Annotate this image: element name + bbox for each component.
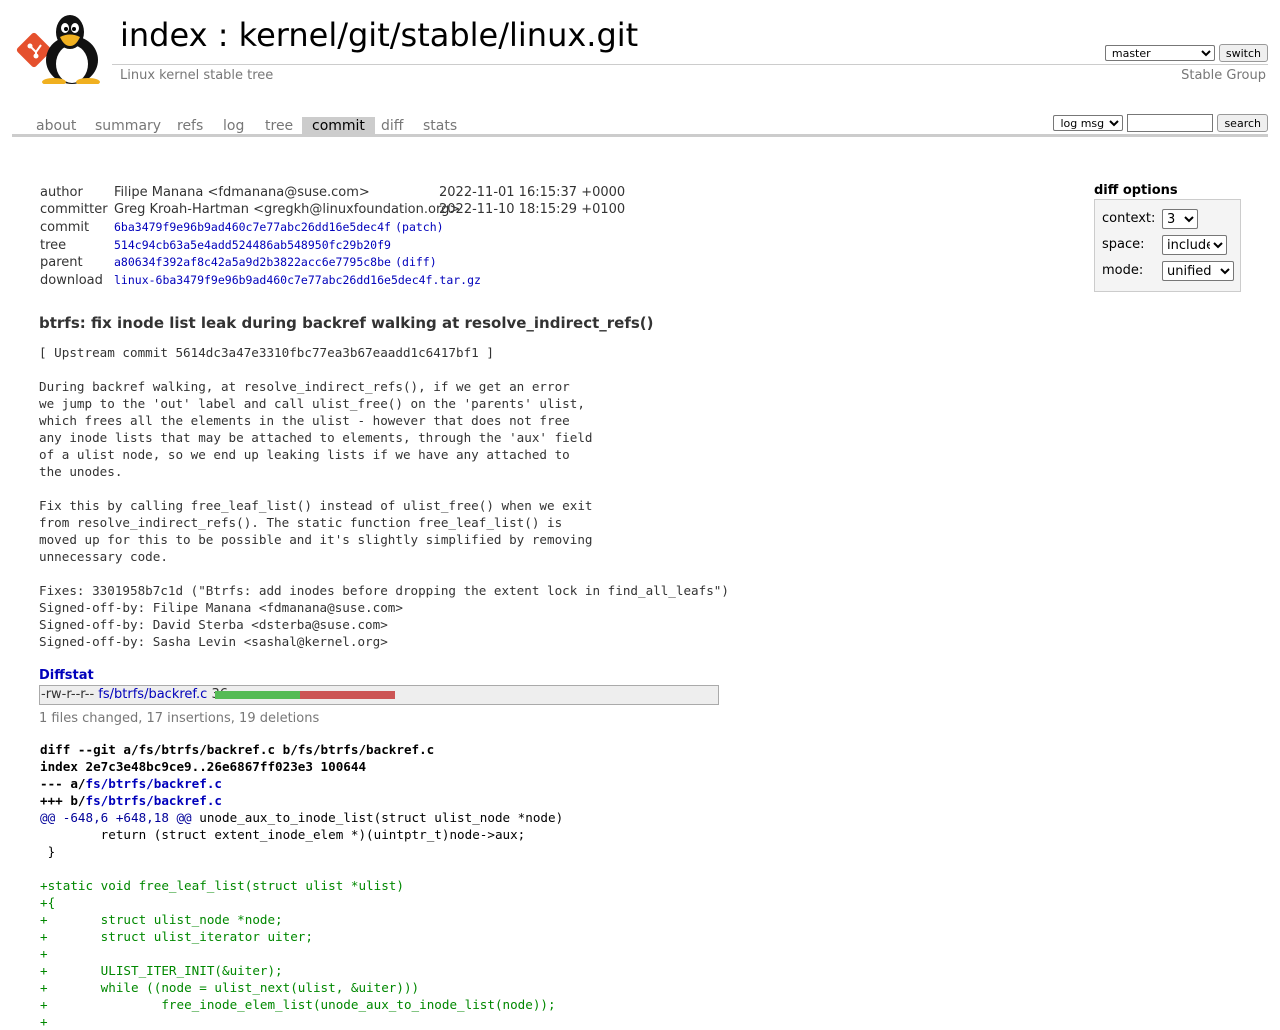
diff-line: + (40, 1014, 48, 1029)
diff-line (40, 860, 563, 877)
tab-summary[interactable]: summary (85, 117, 171, 135)
diff-view: diff --git a/fs/btrfs/backref.c b/fs/btr… (40, 741, 563, 1030)
title-separator: : (217, 16, 229, 54)
diff-line: } (40, 844, 56, 859)
diffstat-summary: 1 files changed, 17 insertions, 19 delet… (39, 711, 320, 726)
file-mode: -rw-r--r-- (41, 687, 95, 702)
search-input[interactable] (1127, 114, 1214, 132)
diff-line: + (40, 946, 48, 961)
author-label: author (40, 185, 83, 200)
diff-options-title: diff options (1094, 183, 1178, 198)
deletions-bar (300, 691, 395, 699)
commit-sha-link[interactable]: 6ba3479f9e96b9ad460c7e77abc26dd16e5dec4f (114, 220, 391, 234)
tree-label: tree (40, 238, 67, 253)
tree-sha-link[interactable]: 514c94cb63a5e4add524486ab548950fc29b20f9 (114, 238, 391, 252)
tab-log[interactable]: log (213, 117, 254, 135)
download-link[interactable]: linux-6ba3479f9e96b9ad460c7e77abc26dd16e… (114, 273, 481, 287)
diff-line: +static void free_leaf_list(struct ulist… (40, 878, 404, 893)
search-field-select[interactable]: log msg (1053, 115, 1124, 131)
new-file-prefix: +++ b/ (40, 793, 86, 808)
search-button[interactable]: search (1217, 114, 1268, 132)
diff-line: + ULIST_ITER_INIT(&uiter); (40, 963, 283, 978)
diff-index-line: index 2e7c3e48bc9ce9..26e6867ff023e3 100… (40, 759, 367, 774)
author-date: 2022-11-01 16:15:37 +0000 (439, 185, 626, 200)
diff-line: + struct ulist_iterator uiter; (40, 929, 313, 944)
title-repo-link[interactable]: kernel/git/stable/linux.git (239, 16, 639, 54)
repo-owner: Stable Group (1181, 68, 1266, 83)
tab-diff[interactable]: diff (371, 117, 413, 135)
context-label: context: (1102, 211, 1156, 226)
cgit-tux-logo[interactable] (14, 12, 110, 84)
patch-link[interactable]: (patch) (395, 220, 443, 234)
insertions-bar (215, 691, 300, 699)
parent-sha-link[interactable]: a80634f392af8c42a5a9d2b3822acc6e7795c8be (114, 255, 391, 269)
commit-label: commit (40, 220, 90, 235)
old-file-link[interactable]: fs/btrfs/backref.c (86, 776, 222, 791)
download-label: download (40, 273, 103, 288)
space-label: space: (1102, 237, 1145, 252)
diff-options-panel: context: 3 space: include mode: unified (1094, 199, 1241, 292)
diff-old-file-line: --- a/fs/btrfs/backref.c (40, 775, 563, 792)
parent-label: parent (40, 255, 83, 270)
context-select[interactable]: 3 (1162, 209, 1198, 229)
committer-value: Greg Kroah-Hartman <gregkh@linuxfoundati… (114, 202, 461, 217)
diff-header-line: diff --git a/fs/btrfs/backref.c b/fs/btr… (40, 742, 435, 757)
parent-diff-link[interactable]: (diff) (395, 255, 437, 269)
tab-tree[interactable]: tree (255, 117, 303, 135)
repo-description: Linux kernel stable tree (120, 68, 274, 83)
mode-select[interactable]: unified (1162, 261, 1234, 281)
diff-line: + struct ulist_node *node; (40, 912, 283, 927)
page-title: index : kernel/git/stable/linux.git (120, 16, 638, 54)
committer-date: 2022-11-10 18:15:29 +0100 (439, 202, 626, 217)
diff-line: + while ((node = ulist_next(ulist, &uite… (40, 980, 420, 995)
switch-button[interactable]: switch (1218, 44, 1268, 62)
hunk-range: @@ -648,6 +648,18 @@ (40, 810, 192, 825)
diffstat-link[interactable]: Diffstat (39, 668, 94, 683)
diffstat-file-link[interactable]: fs/btrfs/backref.c (98, 687, 207, 702)
hunk-header: @@ -648,6 +648,18 @@ unode_aux_to_inode_… (40, 809, 563, 826)
diff-new-file-line: +++ b/fs/btrfs/backref.c (40, 792, 563, 809)
tab-commit[interactable]: commit (302, 117, 375, 135)
tab-refs[interactable]: refs (167, 117, 213, 135)
tab-stats[interactable]: stats (413, 117, 467, 135)
old-file-prefix: --- a/ (40, 776, 86, 791)
tab-about[interactable]: about (26, 117, 86, 135)
diff-line: +{ (40, 895, 56, 910)
committer-label: committer (40, 202, 108, 217)
diff-line: + free_inode_elem_list(unode_aux_to_inod… (40, 997, 556, 1012)
diffstat-table: -rw-r--r-- fs/btrfs/backref.c 36 (39, 685, 719, 705)
commit-subject: btrfs: fix inode list leak during backre… (39, 314, 654, 332)
branch-form: master switch (1104, 44, 1268, 62)
title-index-link[interactable]: index (120, 16, 208, 54)
search-form: log msg search (1053, 114, 1268, 132)
hunk-function: unode_aux_to_inode_list(struct ulist_nod… (191, 810, 564, 825)
author-value: Filipe Manana <fdmanana@suse.com> (114, 185, 370, 200)
diffstat-row: -rw-r--r-- fs/btrfs/backref.c 36 (41, 687, 228, 702)
header-divider (112, 64, 1268, 65)
commit-message: [ Upstream commit 5614dc3a47e3310fbc77ea… (39, 345, 729, 649)
mode-label: mode: (1102, 263, 1144, 278)
diff-line: return (struct extent_inode_elem *)(uint… (40, 827, 526, 842)
space-select[interactable]: include (1162, 235, 1227, 255)
branch-select[interactable]: master (1104, 45, 1215, 61)
new-file-link[interactable]: fs/btrfs/backref.c (86, 793, 222, 808)
